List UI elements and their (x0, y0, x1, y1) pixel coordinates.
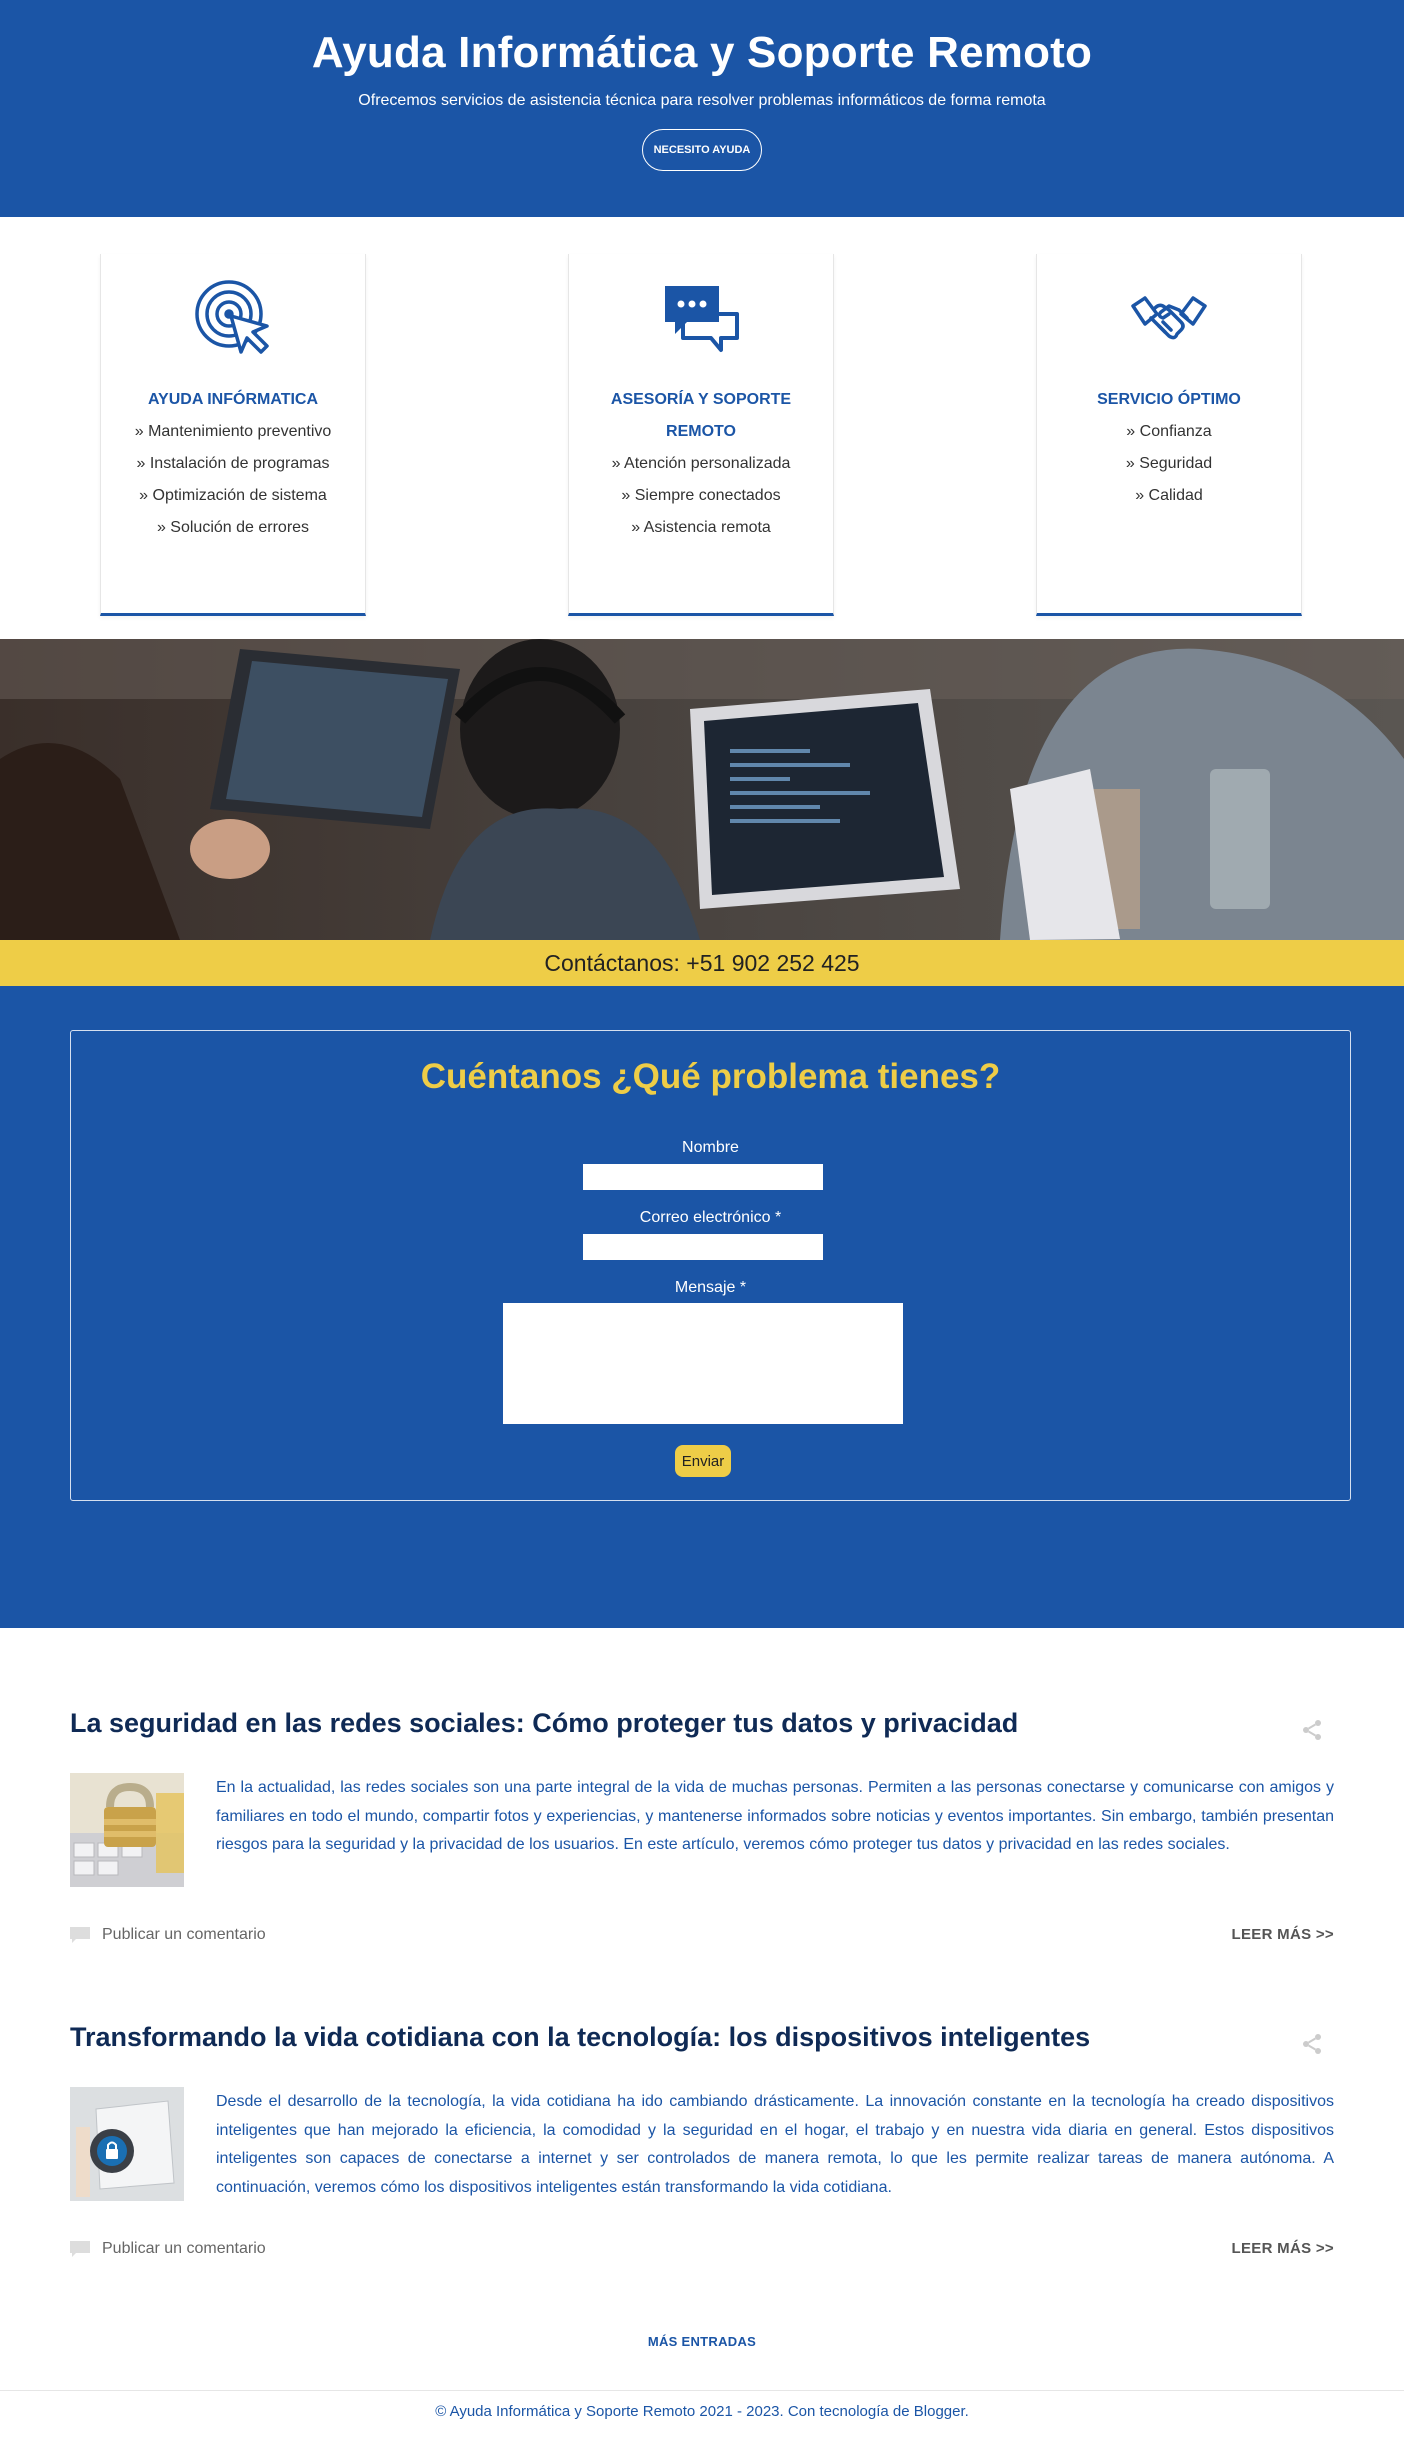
comment-icon (70, 1927, 90, 1943)
post-excerpt: Desde el desarrollo de la tecnología, la… (216, 2093, 1334, 2196)
site-header: Ayuda Informática y Soporte Remoto Ofrec… (0, 0, 1404, 217)
site-tagline: Ofrecemos servicios de asistencia técnic… (358, 92, 1046, 109)
comment-label: Publicar un comentario (102, 1926, 266, 1943)
comment-label: Publicar un comentario (102, 2240, 266, 2257)
email-label: Correo electrónico * (639, 1209, 782, 1226)
feature-item: » Asistencia remota (631, 519, 771, 536)
read-more-link[interactable]: LEER MÁS >> (1232, 2240, 1335, 2257)
form-title: Cuéntanos ¿Qué problema tienes? (420, 1057, 1001, 1096)
name-input[interactable] (583, 1164, 823, 1190)
contact-bar: Contáctanos: +51 902 252 425 (0, 940, 1404, 986)
share-icon[interactable] (1300, 2032, 1324, 2056)
feature-item: » Solución de errores (156, 519, 310, 536)
post-thumbnail[interactable] (70, 1773, 184, 1887)
contact-form: Cuéntanos ¿Qué problema tienes? Nombre C… (70, 1030, 1351, 1501)
feature-item: » Instalación de programas (136, 455, 330, 472)
contact-form-section: Cuéntanos ¿Qué problema tienes? Nombre C… (0, 986, 1404, 1628)
feature-list: » Confianza » Seguridad » Calidad (1047, 416, 1291, 512)
need-help-button[interactable]: NECESITO AYUDA (642, 129, 762, 171)
feature-title: SERVICIO ÓPTIMO (1097, 391, 1241, 408)
feature-item: » Optimización de sistema (139, 487, 327, 504)
hero-photo (0, 639, 1404, 940)
feature-list: » Mantenimiento preventivo » Instalación… (111, 416, 355, 544)
message-textarea[interactable] (503, 1303, 903, 1424)
site-footer: © Ayuda Informática y Soporte Remoto 202… (0, 2390, 1404, 2449)
name-label: Nombre (682, 1139, 739, 1156)
post-comment-link[interactable]: Publicar un comentario (70, 1926, 266, 1944)
feature-item: » Seguridad (1125, 455, 1213, 472)
chat-bubbles-icon (569, 276, 833, 360)
post-thumbnail[interactable] (70, 2087, 184, 2201)
feature-card-ayuda: AYUDA INFÓRMATICA » Mantenimiento preven… (100, 254, 366, 616)
read-more-link[interactable]: LEER MÁS >> (1232, 1926, 1335, 1943)
email-input[interactable] (583, 1234, 823, 1260)
feature-list: » Atención personalizada » Siempre conec… (579, 448, 823, 544)
target-cursor-icon (101, 276, 365, 360)
feature-item: » Mantenimiento preventivo (134, 423, 332, 440)
feature-item: » Calidad (1135, 487, 1203, 504)
feature-title: ASESORÍA Y SOPORTE REMOTO (610, 391, 792, 440)
post-excerpt: En la actualidad, las redes sociales son… (216, 1779, 1334, 1853)
send-button[interactable]: Enviar (675, 1445, 731, 1477)
feature-card-asesoria: ASESORÍA Y SOPORTE REMOTO » Atención per… (568, 254, 834, 616)
feature-item: » Atención personalizada (611, 455, 791, 472)
feature-item: » Siempre conectados (621, 487, 781, 504)
post-title[interactable]: La seguridad en las redes sociales: Cómo… (70, 1708, 1018, 1739)
message-label: Mensaje * (674, 1279, 747, 1296)
feature-title: AYUDA INFÓRMATICA (147, 391, 319, 408)
comment-icon (70, 2241, 90, 2257)
share-icon[interactable] (1300, 1718, 1324, 1742)
more-posts-link[interactable]: MÁS ENTRADAS (0, 2334, 1404, 2349)
feature-card-servicio: SERVICIO ÓPTIMO » Confianza » Seguridad … (1036, 254, 1302, 616)
feature-item: » Confianza (1126, 423, 1212, 440)
handshake-icon (1037, 276, 1301, 360)
site-title[interactable]: Ayuda Informática y Soporte Remoto (0, 28, 1404, 78)
post-comment-link[interactable]: Publicar un comentario (70, 2240, 266, 2258)
post-title[interactable]: Transformando la vida cotidiana con la t… (70, 2022, 1090, 2053)
footer-text: © Ayuda Informática y Soporte Remoto 202… (435, 2403, 969, 2420)
